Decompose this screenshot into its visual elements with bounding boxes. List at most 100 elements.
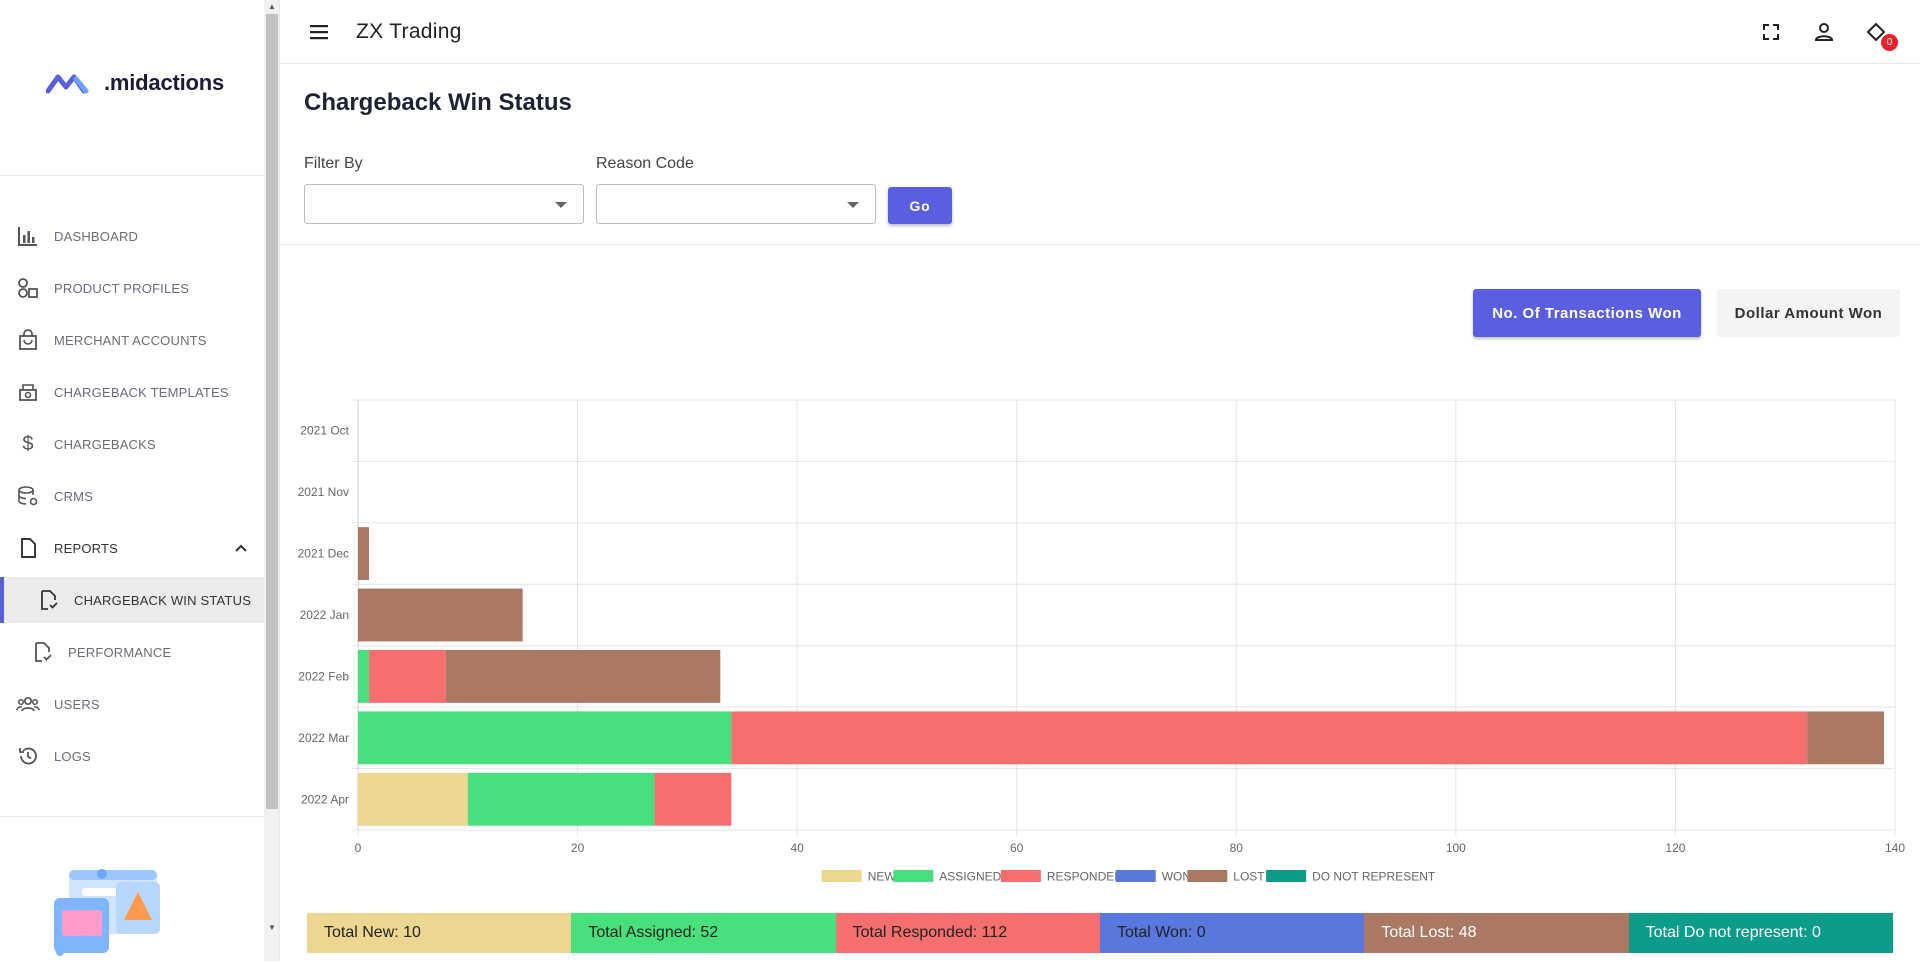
- sidebar-item-product-profiles[interactable]: PRODUCT PROFILES: [0, 265, 264, 311]
- bar-assigned-2022-mar: [358, 711, 732, 765]
- x-tick-label: 40: [790, 841, 804, 855]
- scrollbar-thumb[interactable]: [266, 14, 278, 809]
- sidebar-item-chargebacks[interactable]: $ CHARGEBACKS: [0, 421, 264, 467]
- total-won: Total Won: 0: [1099, 913, 1365, 953]
- sidebar-item-label: PERFORMANCE: [68, 644, 172, 660]
- reason-code-select[interactable]: [596, 184, 876, 224]
- bar-lost-2022-mar: [1807, 711, 1885, 765]
- y-tick-label: 2021 Dec: [298, 547, 349, 561]
- legend-label: DO NOT REPRESENT: [1312, 870, 1436, 884]
- filter-by-label: Filter By: [304, 155, 363, 172]
- menu-icon[interactable]: [308, 21, 330, 43]
- sidebar-item-label: CHARGEBACK TEMPLATES: [54, 384, 229, 400]
- bar-responded-2022-apr: [654, 772, 732, 826]
- logo-text: .midactions: [104, 70, 225, 95]
- bar-lost-2022-jan: [358, 588, 523, 642]
- sidebar-item-label: MERCHANT ACCOUNTS: [54, 332, 207, 348]
- total-assigned: Total Assigned: 52: [571, 913, 836, 953]
- bar-responded-2022-feb: [368, 650, 446, 703]
- legend-swatch: [1187, 870, 1228, 882]
- dollar-icon: $: [22, 432, 34, 455]
- logo-mark-icon: [46, 74, 89, 94]
- sidebar-item-label: CRMS: [54, 488, 94, 504]
- legend-label: RESPONDED: [1047, 870, 1123, 884]
- sidebar-item-reports[interactable]: REPORTS: [0, 525, 264, 571]
- legend-swatch: [1266, 870, 1307, 882]
- sidebar-item-label: REPORTS: [54, 540, 119, 556]
- fullscreen-icon[interactable]: [1759, 20, 1783, 44]
- bar-assigned-2022-feb: [358, 650, 369, 703]
- go-button[interactable]: Go: [888, 187, 952, 224]
- page-title: Chargeback Win Status: [304, 89, 572, 116]
- sidebar-item-label: LOGS: [54, 748, 91, 764]
- sidebar-item-chargeback-templates[interactable]: CHARGEBACK TEMPLATES: [0, 369, 264, 415]
- brand-logo[interactable]: .midactions: [46, 70, 224, 96]
- database-settings-icon: [16, 484, 40, 508]
- x-tick-label: 60: [1010, 841, 1024, 855]
- divider: [0, 816, 264, 817]
- x-tick-label: 80: [1230, 841, 1244, 855]
- dropdown-caret-icon: [555, 202, 567, 208]
- y-tick-label: 2021 Nov: [298, 485, 349, 499]
- chevron-up-icon[interactable]: [232, 539, 250, 557]
- users-icon: [16, 692, 40, 716]
- user-icon[interactable]: [1812, 20, 1836, 44]
- chart-grid: [352, 399, 1896, 836]
- shapes-icon: [16, 276, 40, 300]
- dollar-amount-won-button[interactable]: Dollar Amount Won: [1717, 289, 1900, 337]
- y-tick-label: 2022 Jan: [300, 608, 349, 622]
- x-tick-label: 100: [1446, 841, 1466, 855]
- totals-bar: Total New: 10 Total Assigned: 52 Total R…: [307, 913, 1893, 953]
- win-status-chart: 2021 Oct 2021 Nov 2021 Dec 2022 Jan 2022 Feb…: [298, 399, 1906, 884]
- chart-bars: [358, 527, 1885, 826]
- top-bar: ZX Trading 0: [280, 0, 1920, 64]
- bar-lost-2021-dec: [358, 527, 369, 580]
- total-do-not-represent: Total Do not represent: 0: [1628, 913, 1893, 953]
- legend-label: WON: [1162, 870, 1191, 884]
- sidebar-item-users[interactable]: USERS: [0, 681, 264, 727]
- document-check-icon: [30, 640, 54, 664]
- sidebar-item-label: CHARGEBACKS: [54, 436, 156, 452]
- shopping-bag-icon: [16, 328, 40, 352]
- x-tick-label: 140: [1885, 841, 1905, 855]
- total-lost: Total Lost: 48: [1364, 913, 1629, 953]
- legend-swatch: [1000, 870, 1041, 882]
- sidebar-item-label: DASHBOARD: [54, 228, 139, 244]
- y-tick-label: 2022 Feb: [298, 669, 349, 683]
- dropdown-caret-icon: [847, 202, 859, 208]
- bar-responded-2022-mar: [731, 711, 1808, 765]
- x-tick-label: 120: [1665, 841, 1685, 855]
- y-tick-label: 2022 Mar: [298, 731, 349, 745]
- sidebar-scrollbar[interactable]: ▲ ▼: [264, 0, 280, 961]
- transactions-won-button[interactable]: No. Of Transactions Won: [1473, 289, 1701, 337]
- sidebar-item-chargeback-win-status[interactable]: CHARGEBACK WIN STATUS: [0, 577, 264, 623]
- filter-by-select[interactable]: [304, 184, 584, 224]
- divider: [280, 244, 1920, 245]
- y-tick-label: 2022 Apr: [301, 792, 349, 806]
- scroll-down-icon[interactable]: ▼: [267, 923, 277, 933]
- app-title: ZX Trading: [356, 20, 462, 43]
- bar-chart-icon: [16, 224, 40, 248]
- money-stack-icon: [16, 380, 40, 404]
- sidebar: .midactions DASHBOARD PRODUCT PROFILES M…: [0, 0, 264, 961]
- chart-y-labels: 2021 Oct 2021 Nov 2021 Dec 2022 Jan 2022 Feb…: [298, 424, 350, 807]
- chart-x-labels: 0 20 40 60 80 100 120 140: [355, 841, 1906, 855]
- notification-badge: 0: [1881, 34, 1898, 51]
- bar-new-2022-apr: [358, 772, 468, 826]
- sidebar-item-label: CHARGEBACK WIN STATUS: [74, 592, 252, 608]
- document-icon: [16, 536, 40, 560]
- sidebar-illustration: [54, 869, 160, 956]
- sidebar-item-crms[interactable]: CRMS: [0, 473, 264, 519]
- x-tick-label: 20: [571, 841, 585, 855]
- sidebar-item-logs[interactable]: LOGS: [0, 733, 264, 779]
- sidebar-item-performance[interactable]: PERFORMANCE: [0, 629, 264, 675]
- reason-code-label: Reason Code: [596, 155, 694, 172]
- sidebar-item-label: PRODUCT PROFILES: [54, 280, 190, 296]
- total-new: Total New: 10: [307, 913, 572, 953]
- sidebar-item-dashboard[interactable]: DASHBOARD: [0, 213, 264, 259]
- sidebar-item-merchant-accounts[interactable]: MERCHANT ACCOUNTS: [0, 317, 264, 363]
- legend-label: ASSIGNED: [939, 870, 1001, 884]
- total-responded: Total Responded: 112: [835, 913, 1100, 953]
- scroll-up-icon[interactable]: ▲: [267, 2, 277, 12]
- divider: [0, 175, 264, 176]
